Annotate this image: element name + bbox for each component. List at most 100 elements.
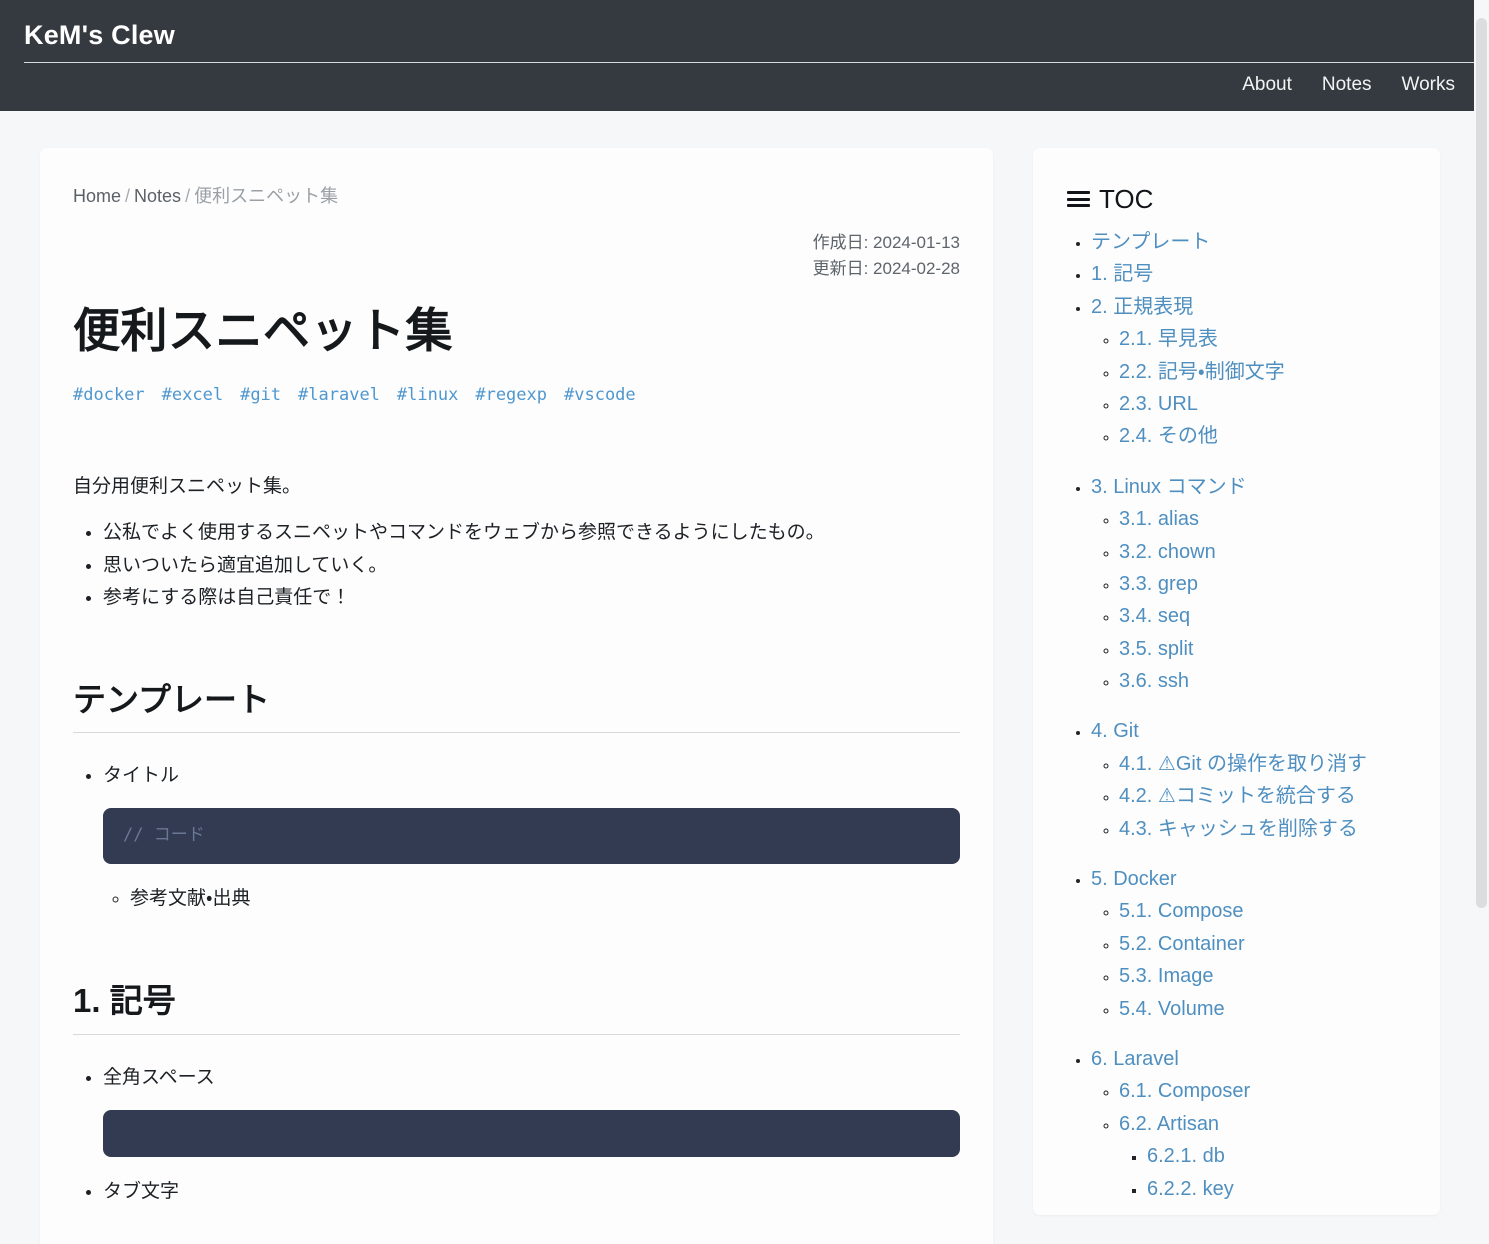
section-heading-kigou: 1. 記号 (73, 980, 960, 1035)
toc-subsublist: 6.2.1. db 6.2.2. key (1119, 1140, 1440, 1205)
toc-item: 3.2. chown (1119, 536, 1440, 568)
toc-link[interactable]: 6.2. Artisan (1119, 1113, 1219, 1135)
toc-item: 5.4. Volume (1119, 993, 1440, 1025)
list-item-label: 全角スペース (103, 1066, 215, 1088)
toc-link[interactable]: 3. Linux コマンド (1091, 476, 1247, 498)
toc-sublist: 4.1. ⚠Git の操作を取り消す 4.2. ⚠コミットを統合する 4.3. … (1091, 748, 1440, 845)
toc-sublist: 5.1. Compose 5.2. Container 5.3. Image 5… (1091, 895, 1440, 1025)
toc-link[interactable]: 5.2. Container (1119, 933, 1245, 955)
list-item-label: タイトル (103, 765, 180, 787)
toc-item: 5. Docker 5.1. Compose 5.2. Container 5.… (1091, 863, 1440, 1025)
toc-item: 2.3. URL (1119, 388, 1440, 420)
tag-laravel[interactable]: #laravel (298, 385, 380, 405)
toc-link[interactable]: 6.2.2. key (1147, 1178, 1234, 1200)
toc-link[interactable]: 5.1. Compose (1119, 900, 1244, 922)
tag-regexp[interactable]: #regexp (475, 385, 547, 405)
toc-header: TOC (1033, 186, 1440, 212)
toc-item: 3.5. split (1119, 633, 1440, 665)
toc-link[interactable]: 2.2. 記号・制御文字 (1119, 361, 1285, 383)
toc-link[interactable]: テンプレート (1091, 231, 1210, 253)
list-item: タイトル // コード 参考文献・出典 (103, 761, 960, 914)
toc-link[interactable]: 2.1. 早見表 (1119, 328, 1218, 350)
code-block[interactable]: // コード (103, 808, 960, 864)
tag-vscode[interactable]: #vscode (564, 385, 636, 405)
breadcrumb: Home / Notes / 便利スニペット集 (73, 182, 960, 208)
nav-link-about[interactable]: About (1242, 74, 1292, 96)
list-item: 公私でよく使用するスニペットやコマンドをウェブから参照できるようにしたもの。 (103, 517, 960, 548)
breadcrumb-home[interactable]: Home (73, 186, 121, 206)
scrollbar-thumb[interactable] (1476, 18, 1487, 908)
toc-sublist: 3.1. alias 3.2. chown 3.3. grep 3.4. seq… (1091, 503, 1440, 697)
tag-docker[interactable]: #docker (73, 385, 145, 405)
toc-item: 4. Git 4.1. ⚠Git の操作を取り消す 4.2. ⚠コミットを統合す… (1091, 715, 1440, 845)
toc-link[interactable]: 5.3. Image (1119, 965, 1214, 987)
toc-link[interactable]: 6.2.1. db (1147, 1145, 1225, 1167)
toc-link[interactable]: 4.2. ⚠コミットを統合する (1119, 785, 1356, 807)
toc-item: 1. 記号 (1091, 258, 1440, 290)
list-item: 参考にする際は自己責任で！ (103, 582, 960, 613)
toc-link[interactable]: 3.1. alias (1119, 508, 1199, 530)
section-list-template: タイトル // コード 参考文献・出典 (73, 761, 960, 914)
toc-item: 3.4. seq (1119, 600, 1440, 632)
toc-link[interactable]: 4. Git (1091, 720, 1139, 742)
toc-link[interactable]: 6. Laravel (1091, 1048, 1179, 1070)
code-block[interactable] (103, 1110, 960, 1158)
created-date: 作成日: 2024-01-13 (812, 233, 960, 252)
toc-link[interactable]: 4.3. キャッシュを削除する (1119, 818, 1358, 840)
toc-item: 3.1. alias (1119, 503, 1440, 535)
toc-link[interactable]: 2. 正規表現 (1091, 296, 1193, 318)
list-item: 思いついたら適宜追加していく。 (103, 550, 960, 581)
toc-sublist: 6.1. Composer 6.2. Artisan 6.2.1. db 6.2… (1091, 1075, 1440, 1205)
tag-git[interactable]: #git (240, 385, 281, 405)
list-item: 参考文献・出典 (130, 884, 960, 914)
toc-item: 2.4. その他 (1119, 420, 1440, 452)
breadcrumb-current: 便利スニペット集 (194, 186, 339, 206)
page-body: Home / Notes / 便利スニペット集 作成日: 2024-01-13 更新日:… (0, 111, 1489, 1244)
list-item: タブ文字 (103, 1177, 960, 1207)
toc-sublist: 2.1. 早見表 2.2. 記号・制御文字 2.3. URL 2.4. その他 (1091, 323, 1440, 453)
toc-list: テンプレート 1. 記号 2. 正規表現 2.1. 早見表 2.2. 記号・制御… (1033, 226, 1440, 1205)
toc-item: 6.1. Composer (1119, 1075, 1440, 1107)
toc-link[interactable]: 3.4. seq (1119, 605, 1190, 627)
toc-item: 3.3. grep (1119, 568, 1440, 600)
toc-panel: TOC テンプレート 1. 記号 2. 正規表現 2.1. 早見表 2.2. 記… (1033, 148, 1440, 1215)
toc-link[interactable]: 5.4. Volume (1119, 998, 1225, 1020)
toc-link[interactable]: 5. Docker (1091, 868, 1177, 890)
toc-link[interactable]: 2.3. URL (1119, 393, 1198, 415)
breadcrumb-separator: / (185, 186, 191, 206)
toc-link[interactable]: 6.1. Composer (1119, 1080, 1250, 1102)
header-divider (24, 62, 1489, 63)
tag-list: #docker #excel #git #laravel #linux #regexp #v… (73, 385, 960, 405)
breadcrumb-notes[interactable]: Notes (134, 186, 181, 206)
breadcrumb-separator: / (125, 186, 131, 206)
nav-link-notes[interactable]: Notes (1322, 74, 1372, 96)
toc-link[interactable]: 3.2. chown (1119, 541, 1216, 563)
toc-link[interactable]: 2.4. その他 (1119, 425, 1218, 447)
nav-link-works[interactable]: Works (1402, 74, 1455, 96)
article-lead: 自分用便利スニペット集。 (73, 476, 302, 498)
toc-item: 6.2.1. db (1147, 1140, 1440, 1172)
intro-bullet-list: 公私でよく使用するスニペットやコマンドをウェブから参照できるようにしたもの。 思… (73, 517, 960, 612)
toc-item: 6.2.2. key (1147, 1173, 1440, 1205)
toc-item: 5.3. Image (1119, 960, 1440, 992)
toc-item: 4.1. ⚠Git の操作を取り消す (1119, 748, 1440, 780)
section-heading-template: テンプレート (73, 679, 960, 734)
toc-item: 5.2. Container (1119, 928, 1440, 960)
toc-link[interactable]: 1. 記号 (1091, 263, 1153, 285)
list-item: 全角スペース (103, 1063, 960, 1158)
toc-item: 2.1. 早見表 (1119, 323, 1440, 355)
tag-linux[interactable]: #linux (397, 385, 458, 405)
toc-item: 6.2. Artisan 6.2.1. db 6.2.2. key (1119, 1108, 1440, 1205)
page-title: 便利スニペット集 (73, 303, 453, 357)
tag-excel[interactable]: #excel (162, 385, 223, 405)
article-dates: 作成日: 2024-01-13 更新日: 2024-02-28 (73, 230, 960, 283)
toc-link[interactable]: 4.1. ⚠Git の操作を取り消す (1119, 753, 1367, 775)
hamburger-icon (1067, 191, 1090, 207)
toc-link[interactable]: 3.5. split (1119, 638, 1193, 660)
site-header: KeM's Clew About Notes Works (0, 0, 1489, 111)
toc-link[interactable]: 3.3. grep (1119, 573, 1198, 595)
site-brand[interactable]: KeM's Clew (24, 20, 175, 51)
toc-link[interactable]: 3.6. ssh (1119, 670, 1189, 692)
article-card: Home / Notes / 便利スニペット集 作成日: 2024-01-13 更新日:… (40, 148, 993, 1244)
page-scrollbar[interactable] (1474, 0, 1489, 1244)
